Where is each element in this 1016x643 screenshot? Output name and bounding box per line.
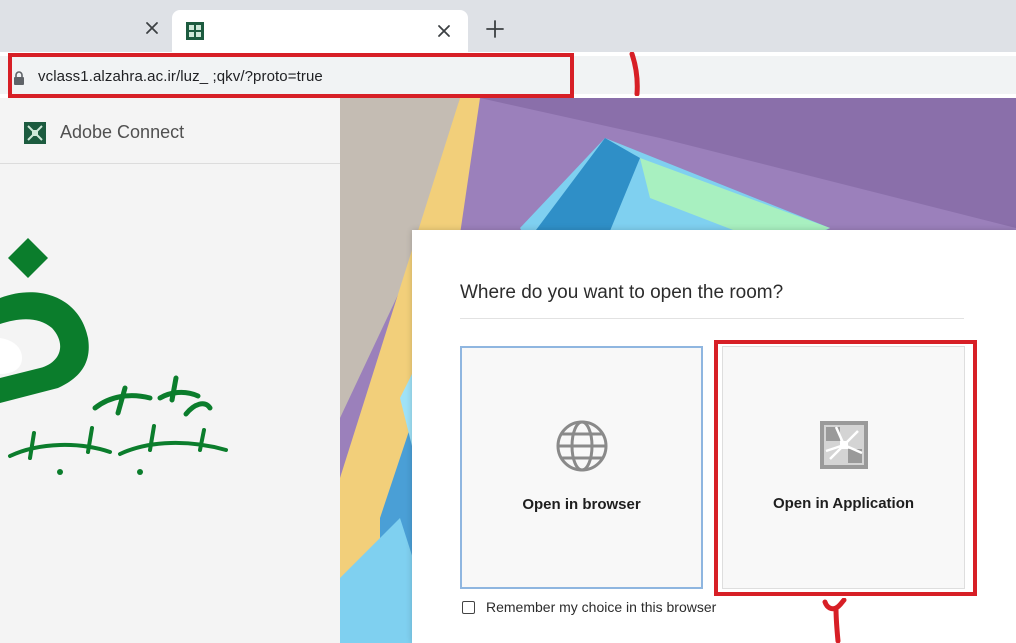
sidebar: Adobe Connect [0,98,340,643]
tab-strip [0,0,1016,52]
open-in-browser-label: Open in browser [522,496,641,513]
open-in-application-highlight [714,340,977,596]
divider [460,318,964,319]
open-in-browser-button[interactable]: Open in browser [460,346,703,589]
globe-icon [556,420,607,472]
address-bar-highlight [8,53,574,98]
close-icon[interactable] [434,21,454,41]
plus-icon[interactable] [484,18,506,40]
step-one-annotation [629,52,640,96]
adobe-connect-logo-icon [24,122,46,144]
app-title: Adobe Connect [60,122,185,142]
active-tab[interactable] [172,10,468,52]
dialog-title: Where do you want to open the room? [460,282,784,303]
adobe-connect-favicon [186,22,204,40]
remember-choice-checkbox[interactable] [462,601,475,614]
alzahra-university-logo [0,238,228,475]
remember-choice-label[interactable]: Remember my choice in this browser [486,599,716,615]
sidebar-header: Adobe Connect [0,98,340,164]
step-two-annotation [822,598,847,643]
close-icon[interactable] [142,18,162,38]
